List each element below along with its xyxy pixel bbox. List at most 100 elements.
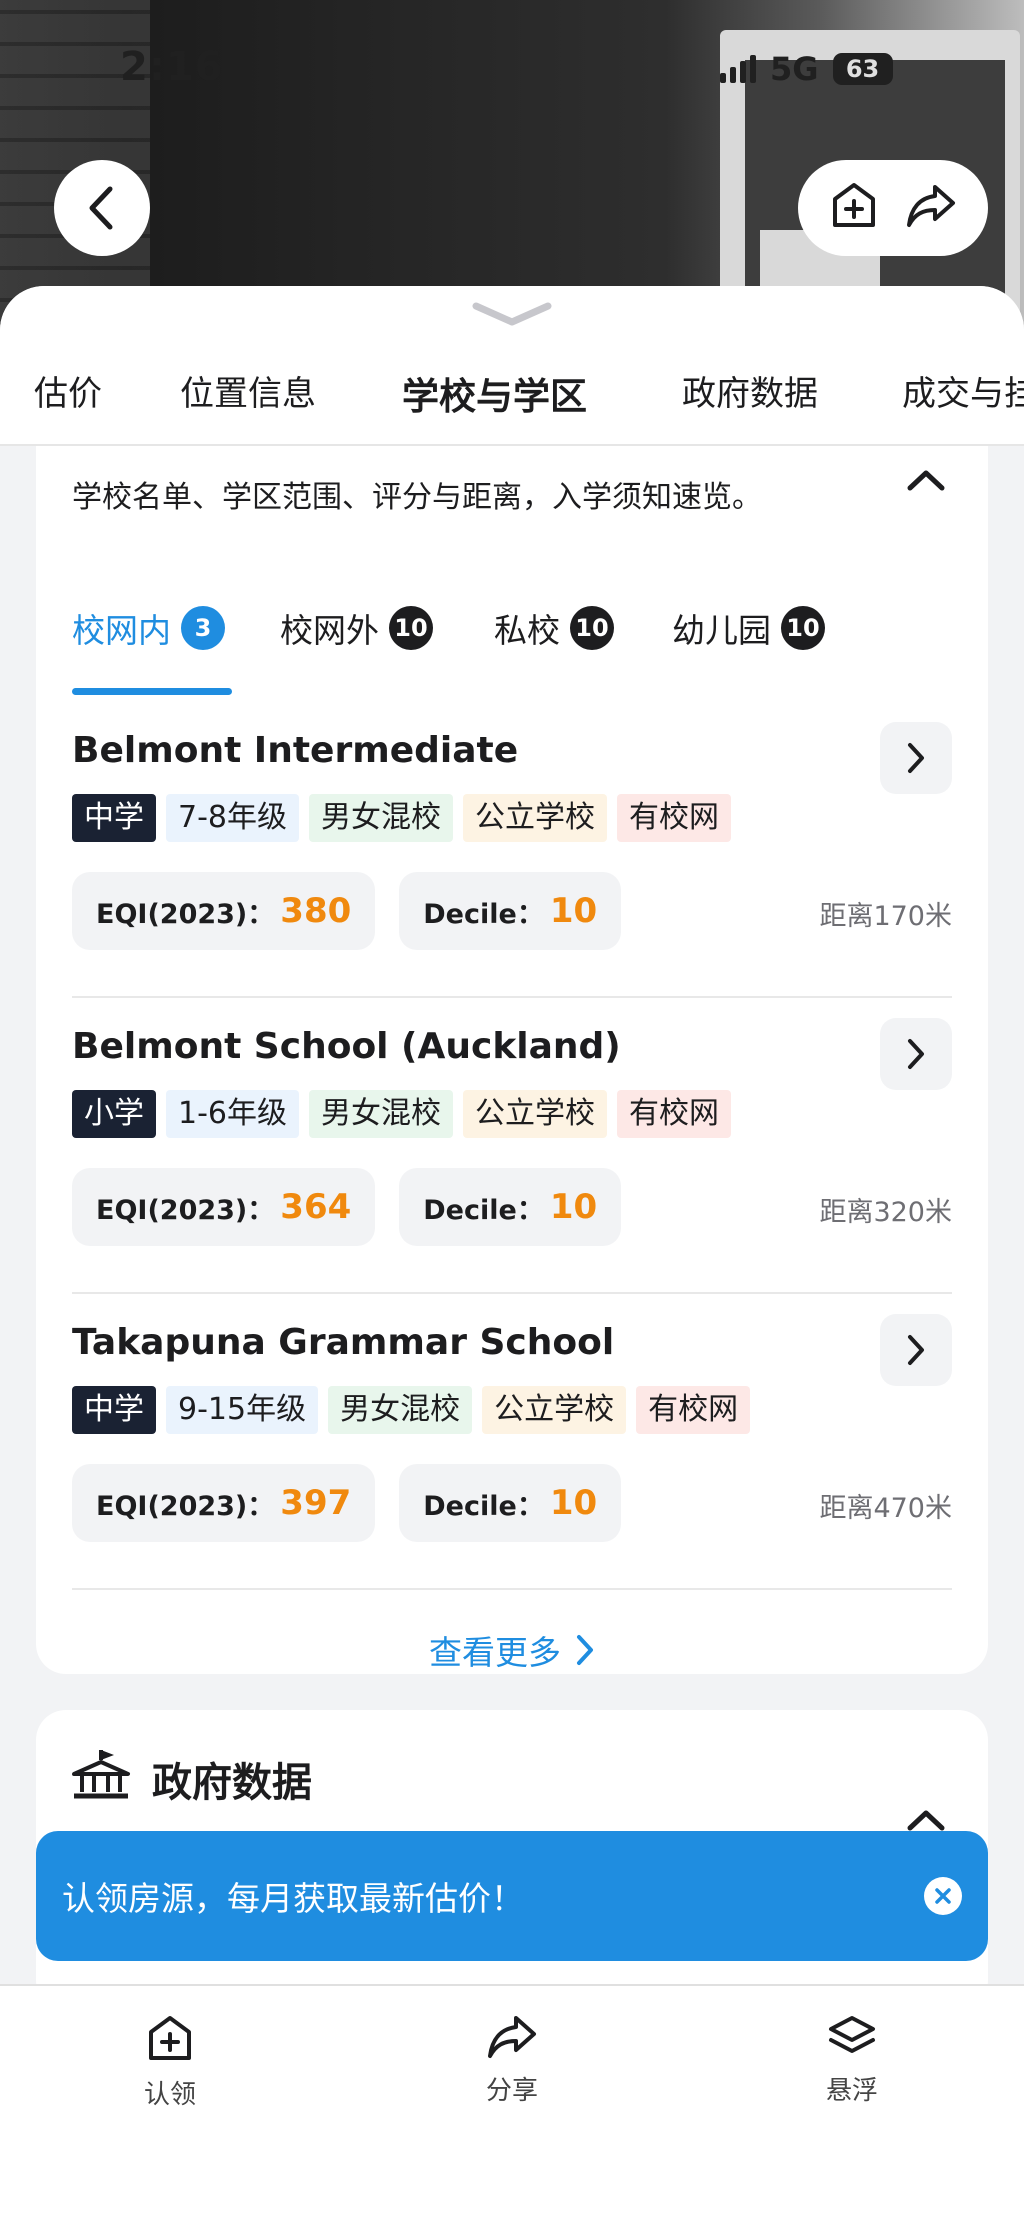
count-badge: 10	[781, 606, 825, 650]
tab-kindergarten[interactable]: 幼儿园 10	[672, 604, 825, 652]
active-tab-indicator	[72, 688, 232, 695]
tab-private[interactable]: 私校 10	[494, 604, 614, 652]
tab-valuation[interactable]: 估价	[34, 366, 102, 415]
government-data-title: 政府数据	[152, 1760, 312, 1806]
chevron-right-icon	[908, 1335, 924, 1365]
share-button[interactable]	[905, 183, 957, 233]
government-building-icon	[70, 1746, 132, 1808]
school-distance: 距离320米	[819, 1197, 952, 1228]
chevron-down-icon	[472, 302, 552, 326]
eqi-value: 397	[280, 1483, 352, 1523]
view-more-label: 查看更多	[429, 1633, 561, 1672]
tab-schools[interactable]: 学校与学区	[402, 366, 587, 420]
decile-stat: Decile： 10	[399, 1168, 622, 1246]
bottom-sheet: 估价 位置信息 学校与学区 政府数据 成交与挂 学校名单、学区范围、评分与距离，…	[0, 286, 1024, 2218]
tab-in-zone[interactable]: 校网内 3	[72, 604, 225, 652]
school-detail-button[interactable]	[880, 1018, 952, 1090]
eqi-value: 364	[280, 1187, 352, 1227]
tab-label: 幼儿园	[672, 611, 771, 650]
school-item[interactable]: Belmont School (Auckland) 小学 1-6年级 男女混校 …	[72, 998, 952, 1294]
school-name: Belmont School (Auckland)	[72, 1026, 621, 1067]
decile-label: Decile：	[423, 898, 544, 930]
school-name: Takapuna Grammar School	[72, 1322, 615, 1363]
school-detail-button[interactable]	[880, 722, 952, 794]
decile-value: 10	[549, 1483, 598, 1523]
eqi-label: EQI(2023)：	[96, 1194, 275, 1226]
signal-icon	[720, 55, 756, 83]
claim-banner[interactable]: 认领房源，每月获取最新估价！	[36, 1831, 988, 1961]
tab-out-of-zone[interactable]: 校网外 10	[280, 604, 433, 652]
toolbar-share[interactable]: 分享	[452, 2014, 572, 2107]
level-tag: 小学	[72, 1090, 156, 1138]
decile-value: 10	[549, 1187, 598, 1227]
plus-square-icon	[149, 2016, 191, 2060]
school-stats: EQI(2023)： 364 Decile： 10	[72, 1168, 622, 1246]
chevron-right-icon	[908, 743, 924, 773]
sheet-header: 估价 位置信息 学校与学区 政府数据 成交与挂	[0, 286, 1024, 446]
toolbar-label: 分享	[485, 2076, 538, 2106]
decile-stat: Decile： 10	[399, 1464, 622, 1542]
eqi-stat: EQI(2023)： 397	[72, 1464, 376, 1542]
school-distance: 距离170米	[819, 901, 952, 932]
schools-card: 学校名单、学区范围、评分与距离，入学须知速览。 校网内 3 校网外 10 私校 …	[36, 446, 988, 1674]
toolbar-label: 悬浮	[825, 2076, 878, 2106]
count-badge: 3	[181, 606, 225, 650]
chevron-right-icon	[908, 1039, 924, 1069]
school-tags: 中学 9-15年级 男女混校 公立学校 有校网	[72, 1386, 751, 1434]
toolbar-float[interactable]: 悬浮	[792, 2014, 912, 2107]
school-distance: 距离470米	[819, 1493, 952, 1524]
eqi-label: EQI(2023)：	[96, 1490, 275, 1522]
chevron-right-icon	[577, 1635, 593, 1665]
tab-label: 校网外	[280, 611, 379, 650]
toolbar-claim[interactable]: 认领	[110, 2014, 230, 2111]
section-nav: 估价 位置信息 学校与学区 政府数据 成交与挂	[0, 366, 1024, 426]
eqi-stat: EQI(2023)： 380	[72, 872, 376, 950]
type-tag: 公立学校	[463, 1090, 607, 1138]
tab-government[interactable]: 政府数据	[682, 366, 818, 415]
decile-value: 10	[549, 891, 598, 931]
layers-icon	[829, 2016, 875, 2053]
collapse-button[interactable]	[906, 468, 946, 496]
grade-tag: 7-8年级	[166, 794, 299, 842]
header-action-group	[798, 160, 988, 256]
toolbar-label: 认领	[143, 2080, 196, 2110]
decile-label: Decile：	[423, 1490, 544, 1522]
gender-tag: 男女混校	[309, 1090, 453, 1138]
school-detail-button[interactable]	[880, 1314, 952, 1386]
status-time: 2:16	[120, 44, 224, 90]
eqi-stat: EQI(2023)： 364	[72, 1168, 376, 1246]
zone-tag: 有校网	[617, 794, 731, 842]
school-tags: 小学 1-6年级 男女混校 公立学校 有校网	[72, 1090, 731, 1138]
share-icon	[488, 2016, 536, 2058]
back-button[interactable]	[54, 160, 150, 256]
sheet-handle[interactable]	[470, 300, 554, 332]
school-stats: EQI(2023)： 397 Decile： 10	[72, 1464, 622, 1542]
zone-tag: 有校网	[617, 1090, 731, 1138]
count-badge: 10	[389, 606, 433, 650]
school-item[interactable]: Takapuna Grammar School 中学 9-15年级 男女混校 公…	[72, 1294, 952, 1590]
claim-button[interactable]	[829, 181, 879, 235]
tab-transactions[interactable]: 成交与挂	[902, 366, 1024, 415]
banner-close-button[interactable]	[924, 1877, 962, 1915]
eqi-value: 380	[280, 891, 352, 931]
share-icon	[907, 185, 955, 227]
school-item[interactable]: Belmont Intermediate 中学 7-8年级 男女混校 公立学校 …	[72, 702, 952, 998]
view-more-link[interactable]: 查看更多	[36, 1626, 988, 1674]
level-tag: 中学	[72, 794, 156, 842]
type-tag: 公立学校	[463, 794, 607, 842]
level-tag: 中学	[72, 1386, 156, 1434]
school-tags: 中学 7-8年级 男女混校 公立学校 有校网	[72, 794, 731, 842]
zone-tag: 有校网	[636, 1386, 751, 1434]
tab-label: 校网内	[72, 611, 171, 650]
schools-description: 学校名单、学区范围、评分与距离，入学须知速览。	[72, 480, 762, 515]
type-tag: 公立学校	[482, 1386, 627, 1434]
tab-location[interactable]: 位置信息	[180, 366, 316, 415]
count-badge: 10	[570, 606, 614, 650]
decile-stat: Decile： 10	[399, 872, 622, 950]
status-indicators: 5G 63	[720, 50, 893, 88]
school-name: Belmont Intermediate	[72, 730, 519, 771]
gender-tag: 男女混校	[328, 1386, 473, 1434]
bottom-toolbar: 认领 分享 悬浮	[0, 1984, 1024, 2218]
chevron-up-icon	[907, 470, 945, 491]
close-icon	[935, 1888, 951, 1904]
